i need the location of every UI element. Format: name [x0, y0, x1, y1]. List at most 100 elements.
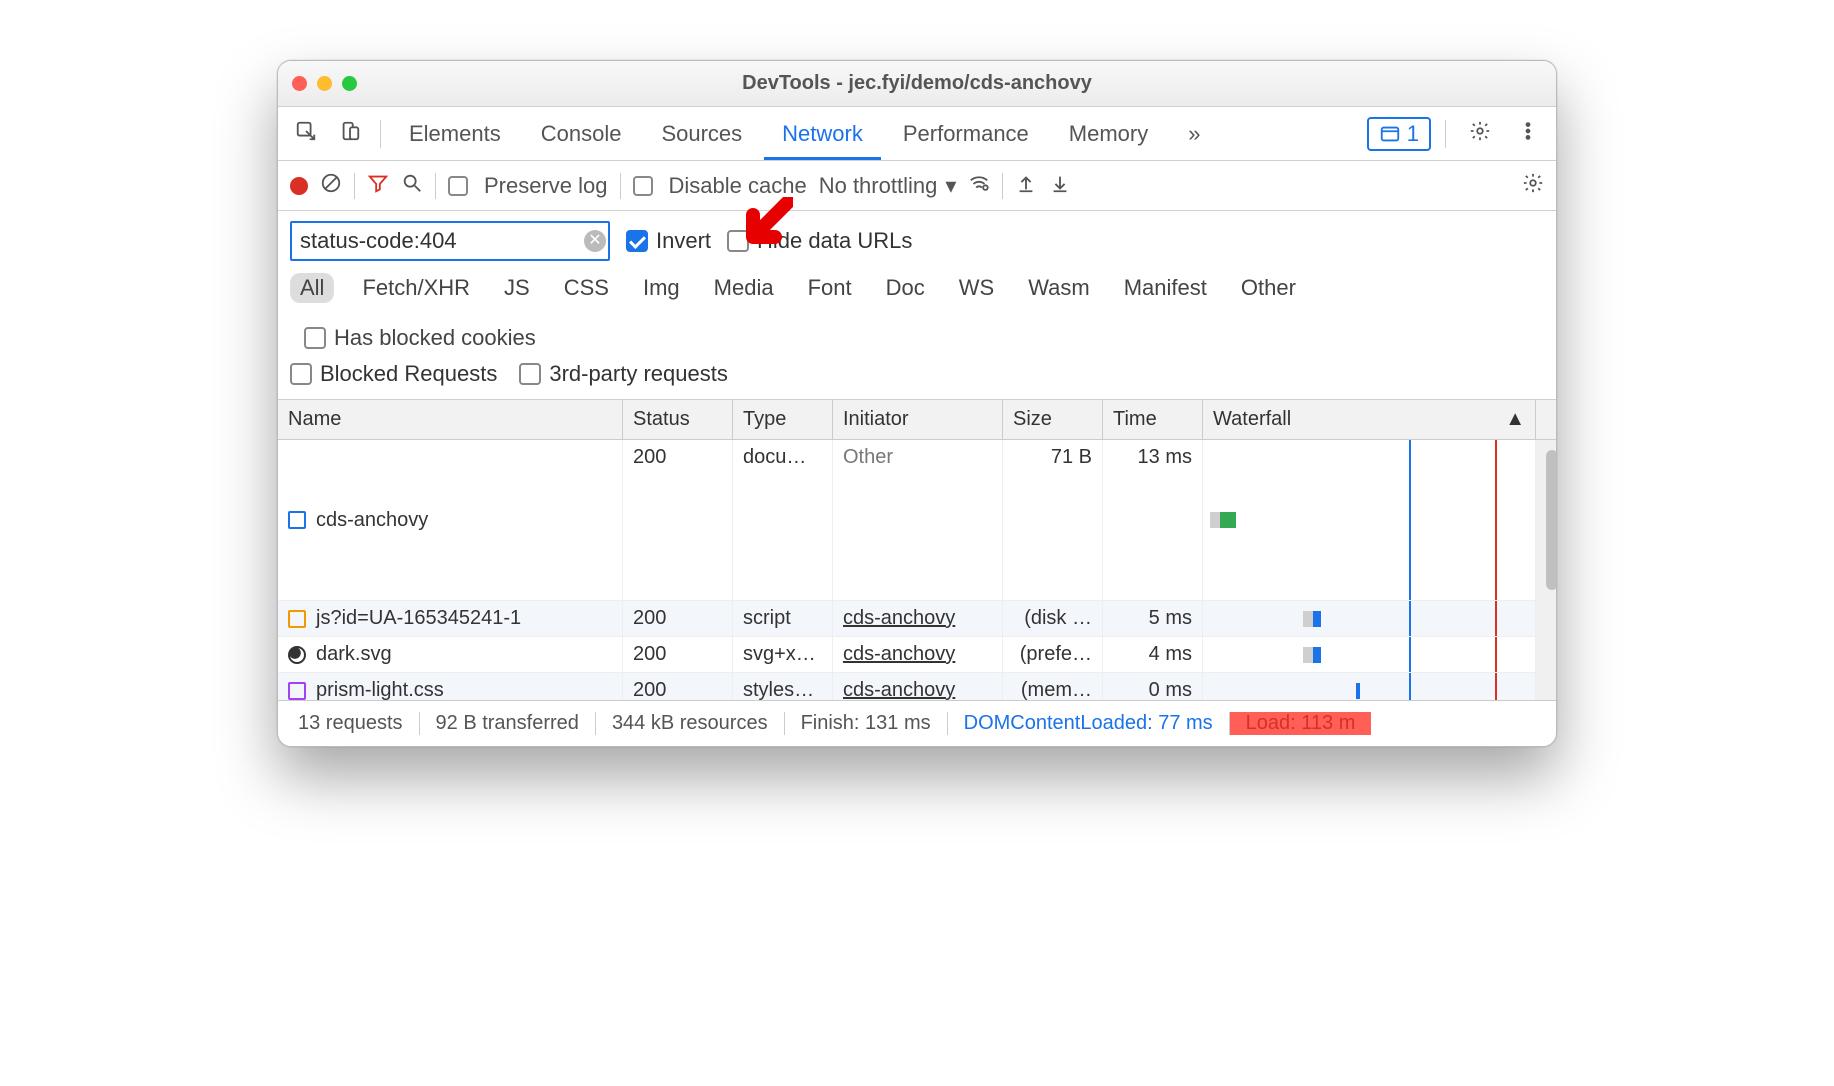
cell-type: styles… [733, 673, 833, 700]
type-chip-other[interactable]: Other [1235, 273, 1302, 303]
type-chip-media[interactable]: Media [708, 273, 780, 303]
status-requests: 13 requests [282, 712, 420, 735]
table-row[interactable]: prism-light.css 200styles… cds-anchovy (mem… [278, 673, 1556, 700]
inspect-icon[interactable] [286, 120, 326, 148]
window-controls [292, 76, 357, 91]
request-name: js?id=UA-165345241-1 [316, 607, 521, 630]
type-chip-doc[interactable]: Doc [880, 273, 931, 303]
table-header: Name Status Type Initiator Size Time Wat… [278, 400, 1556, 440]
cell-status: 200 [623, 637, 733, 672]
type-chip-css[interactable]: CSS [558, 273, 615, 303]
tabs-overflow[interactable]: » [1170, 107, 1218, 160]
status-bar: 13 requests 92 B transferred 344 kB reso… [278, 700, 1556, 746]
table-row[interactable]: js?id=UA-165345241-1200scriptcds-anchovy… [278, 601, 1556, 637]
clear-filter-icon[interactable]: ✕ [584, 230, 606, 252]
tab-performance[interactable]: Performance [885, 107, 1047, 160]
col-status[interactable]: Status [623, 400, 733, 439]
scrollbar[interactable] [1536, 637, 1556, 672]
has-blocked-cookies-checkbox[interactable]: Has blocked cookies [304, 325, 536, 351]
tab-elements[interactable]: Elements [391, 107, 519, 160]
kebab-icon[interactable] [1508, 120, 1548, 148]
col-time[interactable]: Time [1103, 400, 1203, 439]
download-har-icon[interactable] [1049, 172, 1071, 200]
network-conditions-icon[interactable] [968, 172, 990, 200]
request-rows: cds-anchovy200docu…Other71 B13 ms js?id=… [278, 440, 1556, 700]
status-resources: 344 kB resources [596, 712, 785, 735]
initiator-link[interactable]: cds-anchovy [843, 679, 955, 700]
tab-network[interactable]: Network [764, 107, 881, 160]
issues-badge[interactable]: 1 [1367, 117, 1431, 151]
file-type-icon [288, 646, 306, 664]
tab-sources[interactable]: Sources [643, 107, 760, 160]
issues-count: 1 [1407, 121, 1419, 147]
panel-settings-icon[interactable] [1522, 172, 1544, 200]
invert-checkbox[interactable]: Invert [626, 228, 711, 254]
sort-indicator-icon: ▲ [1505, 408, 1525, 431]
type-chip-manifest[interactable]: Manifest [1118, 273, 1213, 303]
third-party-checkbox[interactable]: 3rd-party requests [519, 361, 728, 387]
cell-time: 0 ms [1103, 673, 1203, 700]
scrollbar[interactable] [1536, 440, 1556, 600]
settings-icon[interactable] [1460, 120, 1500, 148]
cell-status: 200 [623, 673, 733, 700]
table-row[interactable]: cds-anchovy200docu…Other71 B13 ms [278, 440, 1556, 601]
throttling-select[interactable]: No throttling ▾ [819, 173, 957, 199]
record-button[interactable] [290, 177, 308, 195]
col-waterfall[interactable]: Waterfall ▲ [1203, 400, 1536, 439]
cell-initiator: cds-anchovy [833, 637, 1003, 672]
type-chip-font[interactable]: Font [802, 273, 858, 303]
search-icon[interactable] [401, 172, 423, 200]
titlebar: DevTools - jec.fyi/demo/cds-anchovy [278, 61, 1556, 107]
cell-time: 13 ms [1103, 440, 1203, 600]
preserve-log-checkbox[interactable]: Preserve log [448, 173, 608, 199]
tab-console[interactable]: Console [523, 107, 640, 160]
filter-icon[interactable] [367, 172, 389, 200]
status-dcl: DOMContentLoaded: 77 ms [948, 712, 1230, 735]
scrollbar[interactable] [1536, 601, 1556, 636]
cell-size: 71 B [1003, 440, 1103, 600]
cell-size: (mem… [1003, 673, 1103, 700]
col-type[interactable]: Type [733, 400, 833, 439]
upload-har-icon[interactable] [1015, 172, 1037, 200]
minimize-window-button[interactable] [317, 76, 332, 91]
cell-status: 200 [623, 601, 733, 636]
col-initiator[interactable]: Initiator [833, 400, 1003, 439]
device-toggle-icon[interactable] [330, 120, 370, 148]
status-transferred: 92 B transferred [420, 712, 596, 735]
cell-type: svg+x… [733, 637, 833, 672]
annotation-arrow-icon [738, 197, 793, 252]
disable-cache-checkbox[interactable]: Disable cache [633, 173, 807, 199]
type-chip-img[interactable]: Img [637, 273, 686, 303]
blocked-requests-checkbox[interactable]: Blocked Requests [290, 361, 497, 387]
file-type-icon [288, 511, 306, 529]
zoom-window-button[interactable] [342, 76, 357, 91]
cell-initiator: cds-anchovy [833, 673, 1003, 700]
devtools-window: DevTools - jec.fyi/demo/cds-anchovy Elem… [277, 60, 1557, 747]
initiator-link[interactable]: cds-anchovy [843, 643, 955, 665]
cell-size: (prefe… [1003, 637, 1103, 672]
filter-input[interactable] [290, 221, 610, 261]
table-row[interactable]: dark.svg 200svg+x… cds-anchovy (prefe…4 ms [278, 637, 1556, 673]
cell-initiator: Other [833, 440, 1003, 600]
close-window-button[interactable] [292, 76, 307, 91]
type-chip-ws[interactable]: WS [953, 273, 1000, 303]
type-chip-fetch-xhr[interactable]: Fetch/XHR [356, 273, 476, 303]
clear-button[interactable] [320, 172, 342, 200]
type-chip-all[interactable]: All [290, 273, 334, 303]
type-chip-js[interactable]: JS [498, 273, 536, 303]
request-name: dark.svg [316, 643, 392, 666]
cell-time: 4 ms [1103, 637, 1203, 672]
type-chip-wasm[interactable]: Wasm [1022, 273, 1096, 303]
scrollbar[interactable] [1536, 673, 1556, 700]
col-size[interactable]: Size [1003, 400, 1103, 439]
status-load: Load: 113 m [1230, 712, 1372, 735]
request-name: cds-anchovy [316, 509, 428, 532]
request-name: prism-light.css [316, 679, 444, 700]
panel-tabs: Elements Console Sources Network Perform… [278, 107, 1556, 161]
cell-status: 200 [623, 440, 733, 600]
col-name[interactable]: Name [278, 400, 623, 439]
status-finish: Finish: 131 ms [785, 712, 948, 735]
tab-memory[interactable]: Memory [1051, 107, 1166, 160]
initiator-link[interactable]: cds-anchovy [843, 607, 955, 629]
cell-initiator: cds-anchovy [833, 601, 1003, 636]
